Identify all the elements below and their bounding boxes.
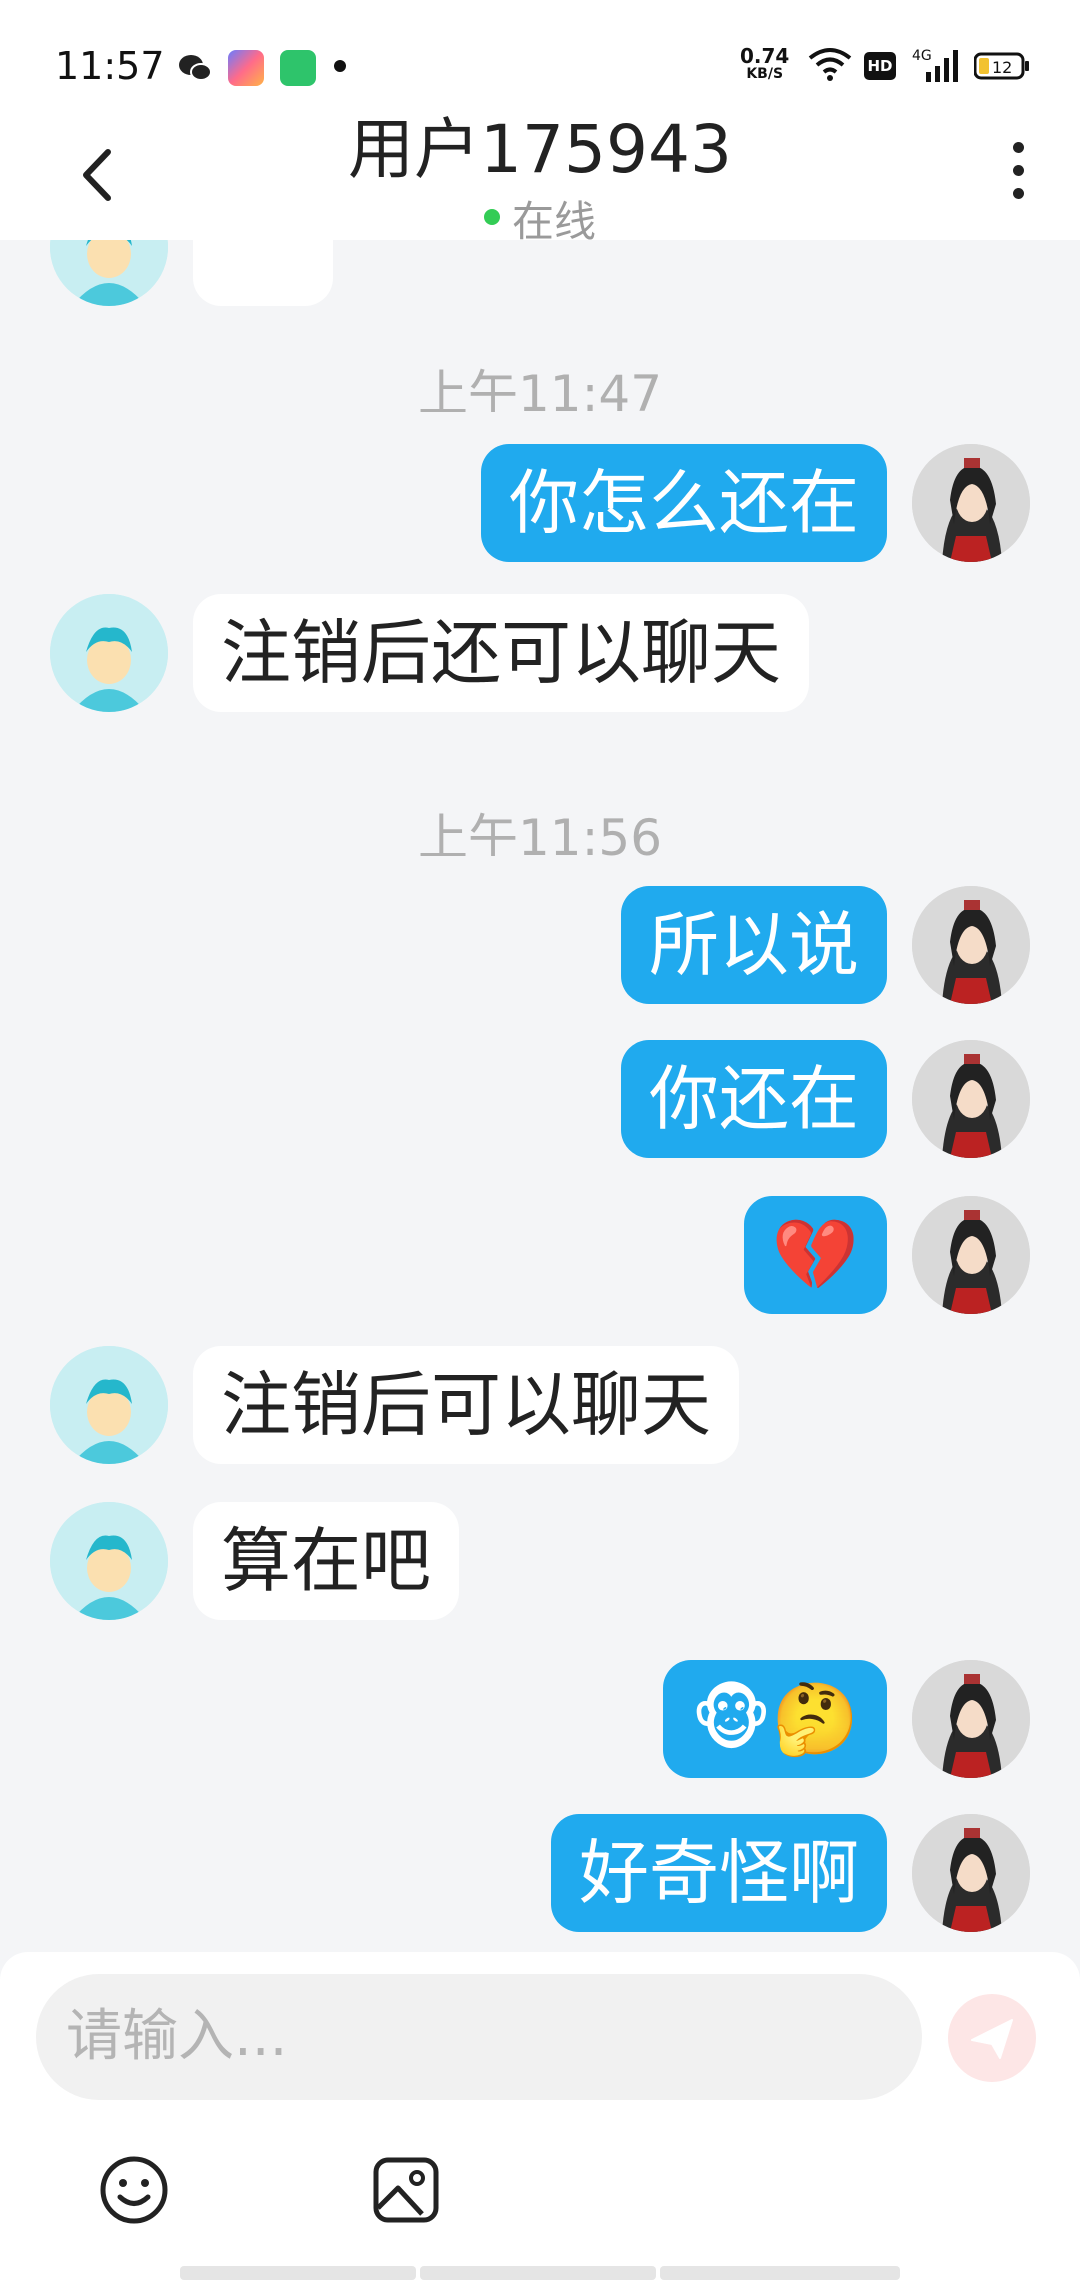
- shop-icon: [280, 50, 316, 86]
- my-avatar[interactable]: [912, 1660, 1030, 1778]
- message-bubble-incoming[interactable]: 算在吧: [193, 1502, 459, 1620]
- contact-avatar[interactable]: [50, 594, 168, 712]
- send-button[interactable]: [948, 1994, 1036, 2082]
- net-speed: 0.74 KB/S: [740, 44, 790, 82]
- app-icon: [228, 50, 264, 86]
- message-row: 算在吧: [0, 1502, 1080, 1622]
- my-avatar[interactable]: [912, 1040, 1030, 1158]
- message-row: 你还在: [0, 1040, 1080, 1160]
- my-avatar[interactable]: [912, 886, 1030, 1004]
- message-row: 好奇怪啊: [0, 1814, 1080, 1934]
- message-bubble-outgoing[interactable]: 所以说: [621, 886, 887, 1004]
- online-dot: [483, 208, 500, 225]
- my-avatar[interactable]: [912, 1814, 1030, 1932]
- signal-icon: 4G: [912, 46, 962, 88]
- message-row: 所以说: [0, 886, 1080, 1006]
- status-time: 11:57: [55, 44, 165, 88]
- image-icon: [373, 2157, 439, 2223]
- gesture-bar: [180, 2266, 900, 2280]
- contact-avatar[interactable]: [50, 1346, 168, 1464]
- notification-dot: [334, 60, 346, 72]
- wechat-icon: [177, 50, 213, 86]
- message-bubble-outgoing[interactable]: 好奇怪啊: [551, 1814, 887, 1932]
- message-row: 🐵🤔: [0, 1660, 1080, 1780]
- contact-avatar[interactable]: [50, 1502, 168, 1620]
- message-timestamp: 上午11:56: [417, 809, 663, 856]
- message-input[interactable]: 请输入...: [36, 1974, 922, 2100]
- wifi-icon: [808, 46, 852, 86]
- message-bubble-incoming[interactable]: [193, 240, 333, 306]
- svg-text:12: 12: [992, 58, 1012, 77]
- message-bubble-outgoing[interactable]: 💔: [743, 1196, 887, 1314]
- message-row: 注销后可以聊天: [0, 1346, 1080, 1466]
- hd-badge: HD: [864, 52, 896, 80]
- more-options-button[interactable]: [1008, 142, 1028, 202]
- page-title: 用户175943: [348, 111, 732, 188]
- message-bubble-incoming[interactable]: 注销后还可以聊天: [193, 594, 809, 712]
- message-row: 💔: [0, 1196, 1080, 1316]
- message-timestamp: 上午11:47: [417, 365, 663, 412]
- message-bubble-incoming[interactable]: 注销后可以聊天: [193, 1346, 739, 1464]
- battery-icon: 12: [973, 52, 1030, 84]
- message-row: 你怎么还在: [0, 444, 1080, 564]
- message-bubble-outgoing[interactable]: 你还在: [621, 1040, 887, 1158]
- chat-header: 用户175943 在线: [0, 111, 1080, 246]
- my-avatar[interactable]: [912, 444, 1030, 562]
- my-avatar[interactable]: [912, 1196, 1030, 1314]
- send-icon: [971, 2019, 1013, 2059]
- message-row: 注销后还可以聊天: [0, 594, 1080, 714]
- svg-text:4G: 4G: [912, 48, 932, 64]
- message-row: [0, 240, 1080, 308]
- emoji-button[interactable]: [98, 2154, 170, 2226]
- message-bubble-outgoing[interactable]: 你怎么还在: [481, 444, 887, 562]
- composer: 请输入...: [0, 1952, 1080, 2280]
- smiley-icon: [100, 2156, 168, 2224]
- contact-avatar[interactable]: [50, 240, 168, 306]
- image-button[interactable]: [370, 2154, 442, 2226]
- message-list[interactable]: 上午11:47 你怎么还在 注销后还可以聊天 上午11:56 所以说 你还在 💔: [0, 240, 1080, 1950]
- message-bubble-outgoing[interactable]: 🐵🤔: [662, 1660, 887, 1778]
